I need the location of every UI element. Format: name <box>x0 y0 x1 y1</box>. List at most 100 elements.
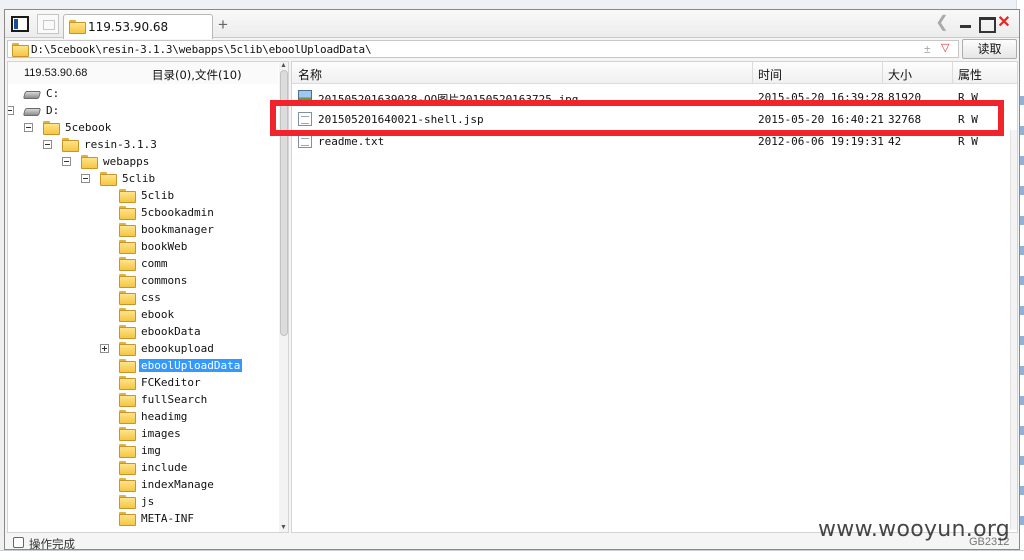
drive-icon <box>22 107 42 116</box>
path-input[interactable]: D:\5cebook\resin-3.1.3\webapps\5clib\ebo… <box>7 40 959 58</box>
folder-icon <box>119 274 136 288</box>
close-button[interactable]: ✕ <box>995 14 1013 32</box>
tree-item[interactable]: META-INF <box>119 510 196 527</box>
tree-item[interactable]: FCKeditor <box>119 374 203 391</box>
tree-item[interactable]: ebookupload <box>100 340 216 357</box>
tree-item[interactable]: webapps <box>62 153 151 170</box>
file-attributes: R W <box>958 113 978 126</box>
expand-icon[interactable] <box>100 344 109 353</box>
folder-icon <box>119 206 136 220</box>
column-time[interactable]: 时间 <box>758 66 782 83</box>
folder-icon <box>119 495 136 509</box>
blank-tab-icon[interactable] <box>37 14 59 34</box>
scroll-down-icon[interactable]: ▼ <box>280 524 287 531</box>
tree-item[interactable]: 5cebook <box>24 119 113 136</box>
folder-icon <box>119 308 136 322</box>
file-time: 2012-06-06 19:19:31 <box>758 135 884 148</box>
collapse-icon[interactable] <box>43 140 52 149</box>
tree-item-label: eboolUploadData <box>139 359 243 372</box>
folder-icon <box>119 291 136 305</box>
tree-item[interactable]: commons <box>119 272 189 289</box>
new-tab-button[interactable]: + <box>218 15 228 35</box>
tree-item-label: commons <box>141 274 188 287</box>
tree-item[interactable]: ebookData <box>119 323 203 340</box>
tree-item[interactable]: css <box>119 289 163 306</box>
maximize-button[interactable] <box>977 14 996 33</box>
folder-icon <box>119 189 136 203</box>
read-button[interactable]: 读取 <box>962 39 1017 59</box>
file-attributes: R W <box>958 135 978 148</box>
tree-item-label: comm <box>141 257 168 270</box>
tree-item-label: include <box>141 461 188 474</box>
folder-icon <box>119 223 136 237</box>
tree-item[interactable]: 5clib <box>119 187 176 204</box>
tree-item[interactable]: include <box>119 459 189 476</box>
toggle-panel-icon[interactable] <box>11 16 29 32</box>
tree-item[interactable]: eboolUploadData <box>119 357 243 374</box>
tab-host[interactable]: 119.53.90.68 <box>63 14 213 39</box>
path-text: D:\5cebook\resin-3.1.3\webapps\5clib\ebo… <box>31 43 372 56</box>
file-list-scrollbar[interactable] <box>1010 130 1017 530</box>
folder-icon <box>119 257 136 271</box>
tree-item[interactable]: bookmanager <box>119 221 216 238</box>
file-time: 2015-05-20 16:40:21 <box>758 113 884 126</box>
folder-icon <box>119 478 136 492</box>
tree-item[interactable]: images <box>119 425 183 442</box>
folder-icon <box>81 155 98 169</box>
tree-scrollbar[interactable]: ▲ ▼ <box>279 62 288 532</box>
tree-item[interactable]: comm <box>119 255 170 272</box>
collapse-icon[interactable] <box>8 106 14 115</box>
tree-item[interactable]: D: <box>8 102 61 119</box>
column-name[interactable]: 名称 <box>298 66 322 83</box>
folder-icon <box>12 43 29 57</box>
file-list: 名称 时间 大小 属性 201505201639028-QQ图片20150520… <box>291 61 1018 533</box>
scroll-thumb[interactable] <box>280 70 288 336</box>
collapse-icon[interactable] <box>24 123 33 132</box>
folder-icon <box>69 20 86 34</box>
dropdown-arrow-icon[interactable]: ▽ <box>941 41 949 54</box>
folder-icon <box>119 240 136 254</box>
tree-item[interactable]: resin-3.1.3 <box>43 136 159 153</box>
dir-file-count: 目录(0),文件(10) <box>152 68 242 82</box>
tree-item-label: fullSearch <box>141 393 208 406</box>
back-arrow-icon[interactable]: ❮ <box>933 14 951 32</box>
file-row[interactable]: 201505201640021-shell.jsp 2015-05-20 16:4… <box>292 108 1012 130</box>
column-size[interactable]: 大小 <box>888 66 912 83</box>
file-size: 32768 <box>888 113 922 126</box>
tree-item[interactable]: C: <box>22 85 61 102</box>
file-row[interactable]: 201505201639028-QQ图片20150520163725.jpg 20… <box>292 86 1012 108</box>
folder-icon <box>119 427 136 441</box>
tree-item[interactable]: indexManage <box>119 476 216 493</box>
column-attributes[interactable]: 属性 <box>958 66 982 83</box>
plus-minus-icon[interactable]: ± <box>924 42 931 56</box>
tree-item-label: C: <box>46 87 60 100</box>
tree-item[interactable]: headimg <box>119 408 189 425</box>
collapse-icon[interactable] <box>81 174 90 183</box>
doc-file-icon <box>298 134 312 148</box>
folder-icon <box>119 342 136 356</box>
tree-item-label: FCKeditor <box>141 376 201 389</box>
tree-item-label: css <box>141 291 161 304</box>
tree-item-label: META-INF <box>141 512 194 525</box>
tree-item[interactable]: bookWeb <box>119 238 189 255</box>
tree-item-label: bookmanager <box>141 223 214 236</box>
tree-item-label: 5clib <box>122 172 156 185</box>
tree-item[interactable]: fullSearch <box>119 391 209 408</box>
tree-item[interactable]: ebook <box>119 306 176 323</box>
tree-item[interactable]: img <box>119 442 163 459</box>
tree-item-label: images <box>141 427 181 440</box>
folder-icon <box>119 376 136 390</box>
collapse-icon[interactable] <box>62 157 71 166</box>
drive-icon <box>22 90 42 99</box>
tree-item-label: headimg <box>141 410 188 423</box>
minimize-button[interactable] <box>957 14 975 32</box>
file-manager-window: 119.53.90.68 + ❮ ✕ D:\5cebook\resin-3.1.… <box>4 9 1020 551</box>
tree-item[interactable]: 5clib <box>81 170 157 187</box>
tree-item[interactable]: js <box>119 493 156 510</box>
tree-item[interactable]: 5cbookadmin <box>119 204 216 221</box>
address-bar: D:\5cebook\resin-3.1.3\webapps\5clib\ebo… <box>7 39 1017 59</box>
tree-item-label: 5clib <box>141 189 175 202</box>
file-row[interactable]: readme.txt 2012-06-06 19:19:31 42 R W <box>292 130 1012 152</box>
scroll-up-icon[interactable]: ▲ <box>280 62 287 69</box>
host-label: 119.53.90.68 <box>24 67 88 79</box>
